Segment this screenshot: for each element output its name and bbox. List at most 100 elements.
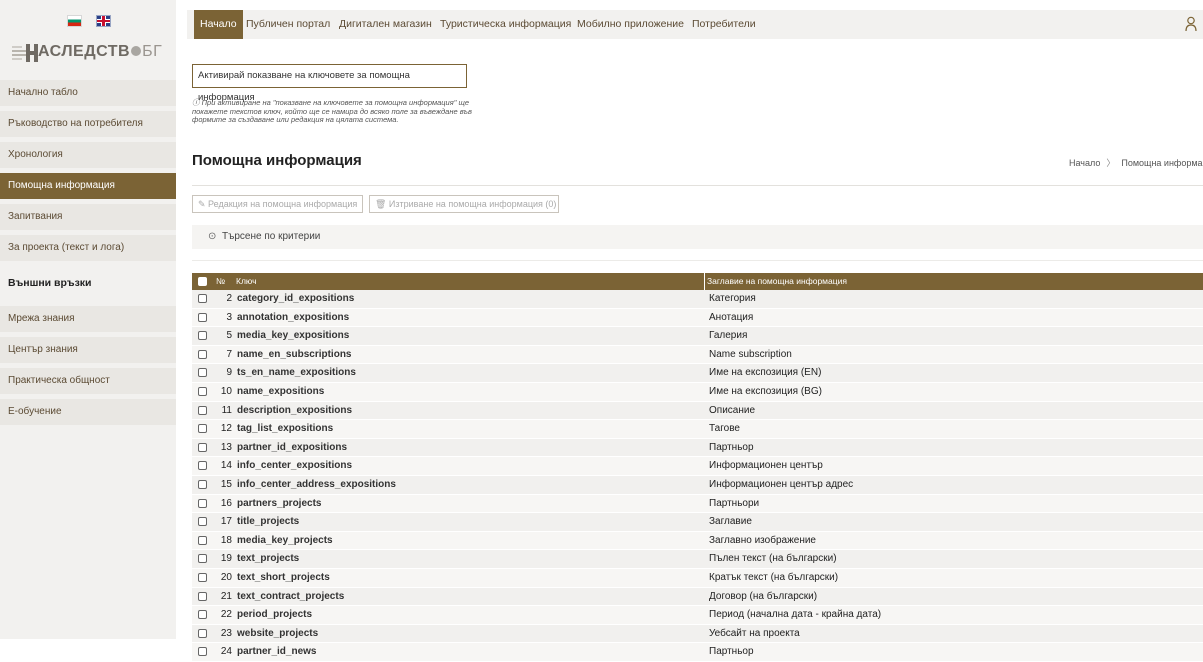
table-row[interactable]: 10 name_expositions Име на експозиция (BG): [192, 382, 1203, 402]
table-row[interactable]: 9 ts_en_name_expositions Име на експозиция…: [192, 364, 1203, 383]
row-checkbox[interactable]: [198, 424, 207, 434]
row-checkbox[interactable]: [198, 628, 207, 638]
row-checkbox[interactable]: [198, 498, 207, 508]
row-key[interactable]: media_key_projects: [237, 532, 333, 550]
row-checkbox[interactable]: [198, 479, 207, 489]
row-checkbox[interactable]: [198, 294, 207, 303]
delete-help-info-button[interactable]: 🗑 Изтриване на помощна информация (0): [369, 195, 559, 213]
sidebar-item-dashboard[interactable]: Начално табло: [0, 80, 176, 106]
row-key[interactable]: tag_list_expositions: [237, 420, 333, 438]
row-title: Анотация: [709, 311, 754, 323]
row-checkbox[interactable]: [198, 461, 207, 471]
logo[interactable]: АСЛЕДСТВ БГ: [8, 40, 170, 66]
row-checkbox[interactable]: [198, 386, 207, 396]
tab-home[interactable]: Начало: [194, 10, 243, 39]
table-row[interactable]: 14 info_center_expositions Информационен ц…: [192, 457, 1203, 476]
table-row[interactable]: 17 title_projects Заглавие: [192, 513, 1203, 532]
row-checkbox[interactable]: [198, 591, 207, 601]
sidebar-item-chronology[interactable]: Хронология: [0, 142, 176, 168]
row-number: 5: [226, 330, 232, 342]
sidebar-item-inquiries[interactable]: Запитвания: [0, 204, 176, 230]
table-row[interactable]: 3 annotation_expositions Анотация: [192, 308, 1203, 328]
row-key[interactable]: website_projects: [237, 625, 318, 643]
tab-tourist-info[interactable]: Туристическа информация: [434, 10, 577, 39]
table-row[interactable]: 22 period_projects Период (начална дата - …: [192, 606, 1203, 625]
row-number: 14: [220, 460, 232, 472]
row-checkbox[interactable]: [198, 572, 207, 582]
row-key[interactable]: category_id_expositions: [237, 290, 354, 308]
row-checkbox[interactable]: [198, 554, 207, 564]
table-row[interactable]: 5 media_key_expositions Галерия: [192, 327, 1203, 346]
row-key[interactable]: name_en_subscriptions: [237, 346, 351, 364]
table-row[interactable]: 13 partner_id_expositions Партньор: [192, 438, 1203, 458]
row-key[interactable]: title_projects: [237, 513, 299, 531]
column-header-number[interactable]: №: [216, 273, 234, 290]
table-row[interactable]: 11 description_expositions Описание: [192, 401, 1203, 421]
edit-help-info-button[interactable]: ✎ Редакция на помощна информация: [192, 195, 363, 213]
row-title: Име на експозиция (BG): [709, 385, 822, 397]
row-checkbox[interactable]: [198, 442, 207, 452]
row-key[interactable]: info_center_address_expositions: [237, 476, 396, 494]
table-row[interactable]: 15 info_center_address_expositions Информа…: [192, 475, 1203, 495]
row-key[interactable]: name_expositions: [237, 383, 324, 401]
table-row[interactable]: 7 name_en_subscriptions Name subscription: [192, 345, 1203, 365]
divider: [192, 260, 1203, 261]
row-checkbox[interactable]: [198, 331, 207, 341]
row-key[interactable]: text_projects: [237, 550, 299, 568]
row-key[interactable]: text_contract_projects: [237, 588, 344, 606]
search-criteria-toggle[interactable]: ⊙ Търсене по критерии: [192, 225, 1203, 249]
table-row[interactable]: 21 text_contract_projects Договор (на бълг…: [192, 587, 1203, 607]
table-row[interactable]: 24 partner_id_news Партньор: [192, 643, 1203, 662]
table-row[interactable]: 18 media_key_projects Заглавно изображение: [192, 531, 1203, 551]
english-flag-icon[interactable]: [96, 15, 111, 27]
row-checkbox[interactable]: [198, 312, 207, 322]
row-key[interactable]: ts_en_name_expositions: [237, 364, 356, 382]
row-number: 13: [220, 441, 232, 453]
sidebar-item-about-project[interactable]: За проекта (текст и лога): [0, 235, 176, 261]
row-key[interactable]: text_short_projects: [237, 569, 330, 587]
logo-mark-icon: [12, 44, 38, 62]
row-key[interactable]: description_expositions: [237, 402, 352, 420]
tab-digital-store[interactable]: Дигитален магазин: [333, 10, 438, 39]
table-row[interactable]: 20 text_short_projects Кратък текст (на бъ…: [192, 568, 1203, 588]
table-row[interactable]: 19 text_projects Пълен текст (на български…: [192, 550, 1203, 569]
row-checkbox[interactable]: [198, 405, 207, 415]
select-all-checkbox[interactable]: [198, 277, 207, 286]
sidebar-item-community-of-practice[interactable]: Практическа общност: [0, 368, 176, 394]
row-checkbox[interactable]: [198, 368, 207, 378]
column-header-key[interactable]: Ключ: [236, 273, 257, 290]
row-checkbox[interactable]: [198, 610, 207, 620]
row-key[interactable]: period_projects: [237, 606, 312, 624]
row-checkbox[interactable]: [198, 517, 207, 527]
table-header: № Ключ Заглавие на помощна информация: [192, 273, 1203, 290]
row-checkbox[interactable]: [198, 647, 207, 657]
breadcrumb-home-link[interactable]: Начало: [1069, 158, 1100, 168]
row-number: 3: [226, 311, 232, 323]
tab-users[interactable]: Потребители: [686, 10, 762, 39]
row-title: Информационен център адрес: [709, 478, 854, 490]
sidebar-item-user-guide[interactable]: Ръководство на потребителя: [0, 111, 176, 137]
bulgarian-flag-icon[interactable]: [67, 15, 82, 27]
sidebar-item-knowledge-network[interactable]: Мрежа знания: [0, 306, 176, 332]
row-key[interactable]: partner_id_news: [237, 643, 316, 661]
sidebar-item-knowledge-center[interactable]: Център знания: [0, 337, 176, 363]
row-key[interactable]: partners_projects: [237, 495, 321, 513]
table-row[interactable]: 2 category_id_expositions Категория: [192, 290, 1203, 309]
sidebar-item-help-info[interactable]: Помощна информация: [0, 173, 176, 199]
table-row[interactable]: 16 partners_projects Партньори: [192, 494, 1203, 514]
row-key[interactable]: info_center_expositions: [237, 457, 352, 475]
tab-mobile-app[interactable]: Мобилно приложение: [571, 10, 690, 39]
row-checkbox[interactable]: [198, 349, 207, 359]
table-row[interactable]: 12 tag_list_expositions Тагове: [192, 420, 1203, 439]
column-header-title[interactable]: Заглавие на помощна информация: [707, 273, 847, 290]
row-key[interactable]: media_key_expositions: [237, 327, 349, 345]
table-row[interactable]: 23 website_projects Уебсайт на проекта: [192, 624, 1203, 644]
toggle-help-keys-button[interactable]: Активирай показване на ключовете за помо…: [192, 64, 467, 103]
tab-public-portal[interactable]: Публичен портал: [240, 10, 336, 39]
row-title: Описание: [709, 404, 756, 416]
user-icon[interactable]: [1185, 16, 1197, 32]
sidebar-item-e-learning[interactable]: Е-обучение: [0, 399, 176, 425]
row-key[interactable]: partner_id_expositions: [237, 439, 347, 457]
row-checkbox[interactable]: [198, 535, 207, 545]
row-key[interactable]: annotation_expositions: [237, 309, 349, 327]
